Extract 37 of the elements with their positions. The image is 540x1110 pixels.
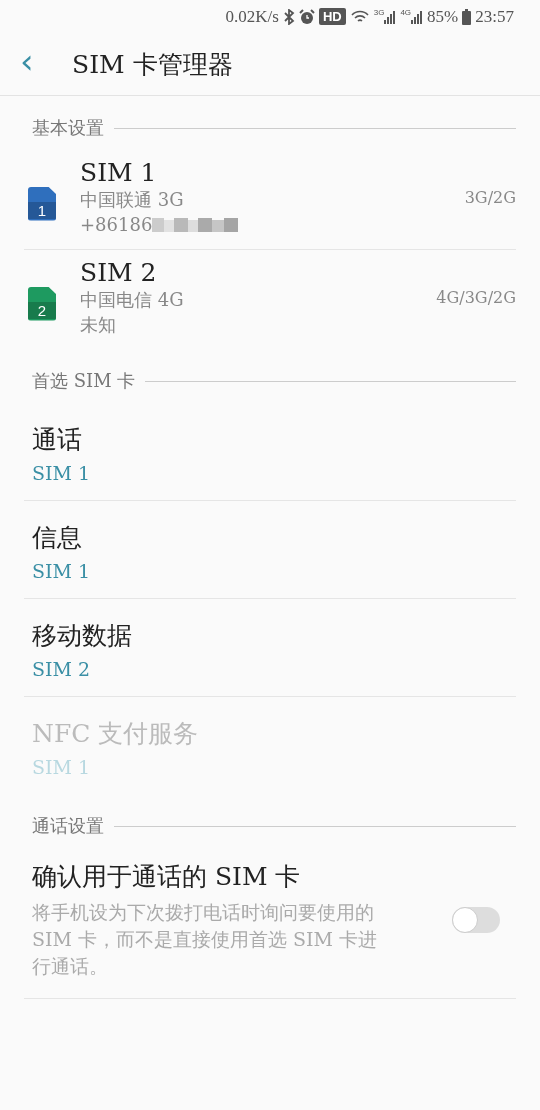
setting-description: 将手机设为下次拨打电话时询问要使用的 SIM 卡，而不是直接使用首选 SIM 卡进行通话。 [32, 900, 379, 979]
toggle-switch[interactable] [452, 907, 500, 933]
sim-name[interactable]: SIM 2 [80, 258, 437, 287]
setting-value: SIM 2 [32, 658, 92, 680]
network-mode: 3G/2G [464, 188, 516, 207]
battery-percent: 85% [427, 6, 459, 27]
network-type: 4G [400, 8, 412, 17]
setting-value: SIM 1 [32, 756, 92, 778]
carrier-name: 中国电信 4G [80, 288, 185, 312]
setting-value: SIM 1 [32, 560, 92, 582]
page-title: SIM 卡管理器 [72, 48, 233, 81]
signal-icon [411, 9, 424, 24]
section-header: 基本设置 [32, 116, 104, 140]
signal-icon [384, 9, 397, 24]
sim-detail: +86186 [80, 213, 153, 237]
hd-badge: HD [318, 8, 346, 25]
bluetooth-icon [282, 8, 295, 25]
sim-card-icon: 1 [28, 186, 56, 221]
alarm-icon [298, 8, 315, 25]
setting-value: SIM 1 [32, 462, 92, 484]
network-type: 3G [373, 8, 385, 17]
sim-name[interactable]: SIM 1 [80, 158, 465, 187]
network-speed: 0.02K/s [225, 6, 279, 27]
setting-label[interactable]: 移动数据 [32, 619, 508, 652]
setting-label: 确认用于通话的 SIM 卡 [32, 861, 302, 893]
section-header: 首选 SIM 卡 [32, 369, 136, 393]
sim-detail: 未知 [80, 313, 116, 337]
clock: 23:57 [475, 6, 514, 27]
battery-icon [462, 8, 472, 25]
setting-label[interactable]: 通话 [32, 423, 508, 456]
sim-card-icon: 2 [28, 286, 56, 321]
carrier-name: 中国联通 3G [80, 188, 185, 212]
back-button[interactable]: ‹ [20, 41, 70, 87]
setting-label[interactable]: 信息 [32, 521, 508, 554]
wifi-icon [349, 8, 370, 25]
section-header: 通话设置 [32, 814, 104, 838]
network-mode: 4G/3G/2G [436, 288, 516, 307]
